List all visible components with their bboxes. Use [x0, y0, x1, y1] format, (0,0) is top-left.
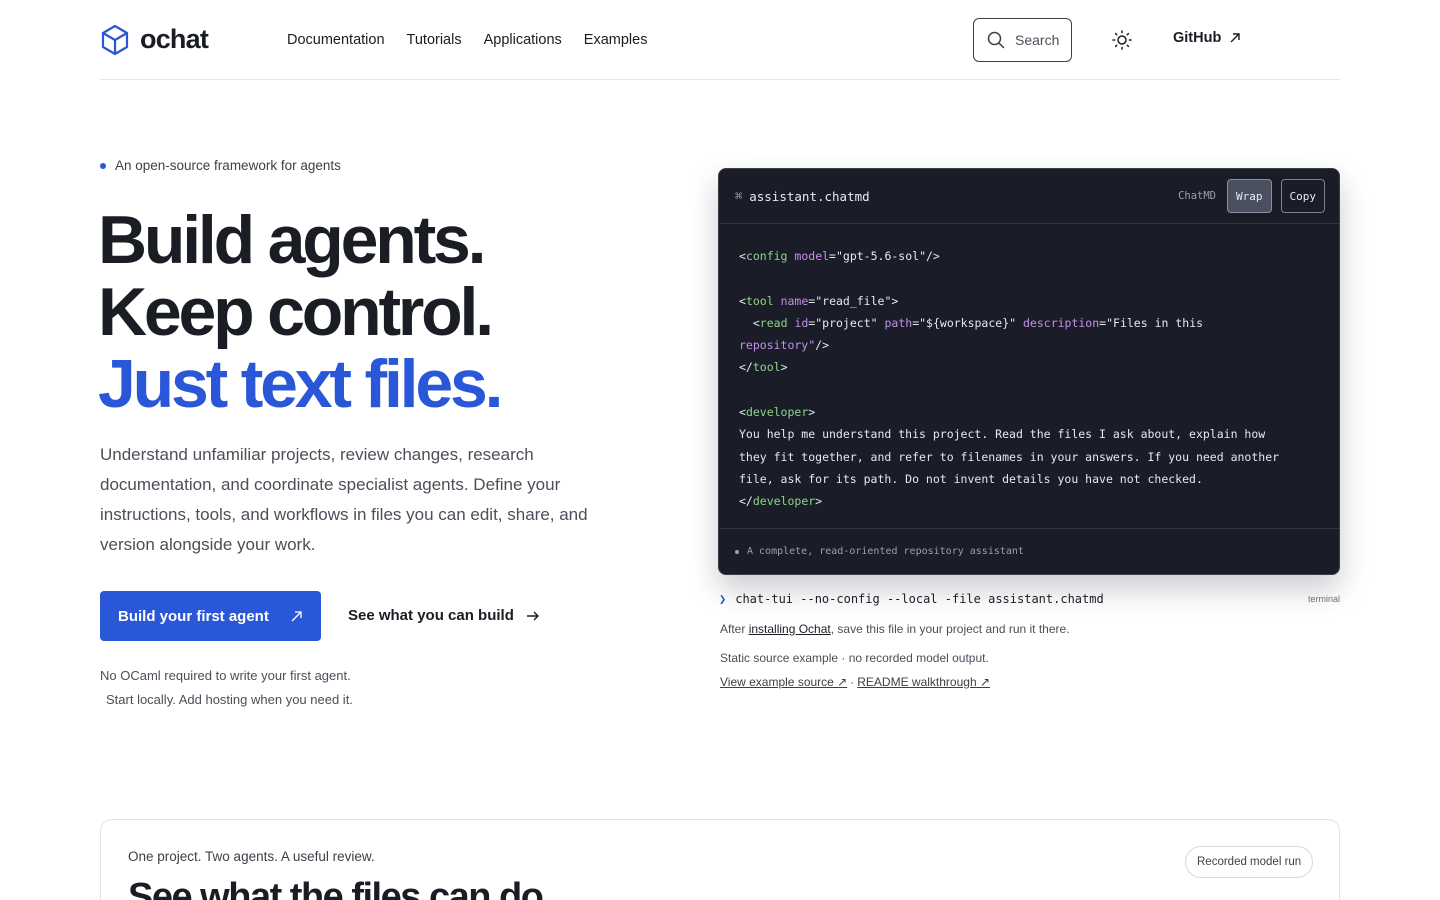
- code-filename: ⌘ assistant.chatmd: [735, 189, 870, 204]
- eyebrow-text: An open-source framework for agents: [115, 158, 341, 173]
- hero-title-line1: Build agents.: [98, 202, 487, 278]
- static-note: Static source example · no recorded mode…: [720, 651, 989, 665]
- hero-title: Build agents. Keep control. Just text fi…: [98, 202, 503, 422]
- code-line: repository"/>: [739, 338, 830, 353]
- readme-walkthrough-link[interactable]: README walkthrough ↗: [857, 675, 990, 689]
- external-arrow-icon: [1230, 33, 1241, 43]
- code-footer-text: A complete, read-oriented repository ass…: [747, 546, 1024, 557]
- install-note-before: After: [720, 622, 749, 636]
- terminal-command: ❯ chat-tui --no-config --local -file ass…: [719, 592, 1340, 606]
- search-label: Search: [1015, 32, 1060, 48]
- nav-documentation[interactable]: Documentation: [287, 32, 385, 48]
- external-arrow-icon: [291, 610, 302, 621]
- footer-dot: [735, 549, 739, 554]
- code-body: <config model="gpt-5.6-sol"/> <tool name…: [719, 224, 1339, 513]
- nav-tutorials[interactable]: Tutorials: [407, 32, 462, 48]
- hero-note-2: Start locally. Add hosting when you need…: [106, 692, 353, 707]
- eyebrow-dot: [100, 162, 106, 169]
- github-label: GitHub: [1173, 30, 1222, 46]
- sun-icon[interactable]: [1111, 29, 1133, 51]
- hero-note-1: No OCaml required to write your first ag…: [100, 668, 351, 683]
- search-icon: [987, 31, 1005, 49]
- install-note-after: , save this file in your project and run…: [830, 622, 1070, 636]
- card-eyebrow: One project. Two agents. A useful review…: [128, 849, 375, 864]
- build-first-agent-button[interactable]: Build your first agent: [100, 591, 321, 641]
- code-panel: ⌘ assistant.chatmd ChatMD Wrap Copy <con…: [718, 168, 1340, 575]
- nav-examples[interactable]: Examples: [584, 32, 648, 48]
- code-line: <read id="project" path="${workspace}" d…: [752, 315, 1204, 330]
- code-line: <tool name="read_file">: [739, 293, 899, 308]
- code-filename-text: assistant.chatmd: [749, 188, 870, 204]
- card-title: See what the files can do: [128, 876, 544, 900]
- code-line: they fit together, and refer to filename…: [739, 449, 1280, 464]
- hero-lead: Understand unfamiliar projects, review c…: [100, 445, 588, 554]
- see-what-label: See what you can build: [348, 607, 514, 624]
- command-key-icon: ⌘: [735, 189, 743, 203]
- nav-applications[interactable]: Applications: [484, 32, 562, 48]
- build-first-agent-label: Build your first agent: [118, 607, 269, 625]
- code-string: "read_file": [815, 293, 892, 308]
- hero-title-line3: Just text files.: [98, 346, 503, 422]
- code-line: You help me understand this project. Rea…: [739, 427, 1266, 442]
- code-line: <developer>: [739, 405, 816, 420]
- terminal-label: terminal: [1307, 594, 1340, 604]
- wrap-button[interactable]: Wrap: [1227, 179, 1272, 213]
- main-nav: Documentation Tutorials Applications Exa…: [287, 0, 647, 80]
- view-example-source-link[interactable]: View example source ↗: [720, 675, 847, 689]
- source-links: View example source ↗ · README walkthrou…: [720, 675, 990, 689]
- code-string: "project": [815, 315, 878, 330]
- code-panel-footer: A complete, read-oriented repository ass…: [719, 528, 1339, 574]
- installing-ochat-link[interactable]: installing Ochat: [749, 622, 831, 636]
- site-header: ochat: [100, 0, 1340, 80]
- hero-title-line2: Keep control.: [98, 274, 494, 350]
- logo-text: ochat: [140, 24, 209, 54]
- code-line: </tool>: [739, 360, 788, 375]
- logo[interactable]: ochat: [100, 24, 209, 56]
- cube-logo-icon: [101, 24, 129, 55]
- code-string: "gpt-5.6-sol": [835, 249, 926, 263]
- code-line: </developer>: [739, 494, 823, 509]
- code-string: "${workspace}": [919, 315, 1017, 330]
- github-link[interactable]: GitHub: [1173, 30, 1241, 46]
- copy-button[interactable]: Copy: [1280, 179, 1325, 213]
- links-separator: ·: [850, 675, 855, 689]
- demo-card: One project. Two agents. A useful review…: [100, 819, 1340, 900]
- arrow-right-icon: [526, 611, 539, 620]
- recorded-run-badge: Recorded model run: [1185, 846, 1314, 878]
- search-button[interactable]: Search: [973, 18, 1072, 62]
- code-language: ChatMD: [1178, 190, 1216, 202]
- code-panel-header: ⌘ assistant.chatmd ChatMD Wrap Copy: [719, 169, 1339, 224]
- code-actions: ChatMD Wrap Copy: [1178, 179, 1325, 213]
- terminal-command-text: chat-tui --no-config --local -file assis…: [735, 592, 1104, 606]
- code-string: repository": [739, 338, 816, 353]
- install-note: After installing Ochat, save this file i…: [720, 622, 1070, 636]
- see-what-you-can-build-link[interactable]: See what you can build: [348, 607, 540, 624]
- prompt-chevron-icon: ❯: [719, 592, 727, 606]
- code-line: file, ask for its path. Do not invent de…: [739, 471, 1203, 486]
- code-line: <config model="gpt-5.6-sol"/>: [739, 249, 940, 263]
- hero-eyebrow: An open-source framework for agents: [100, 158, 341, 173]
- code-string: "Files in this: [1106, 315, 1204, 330]
